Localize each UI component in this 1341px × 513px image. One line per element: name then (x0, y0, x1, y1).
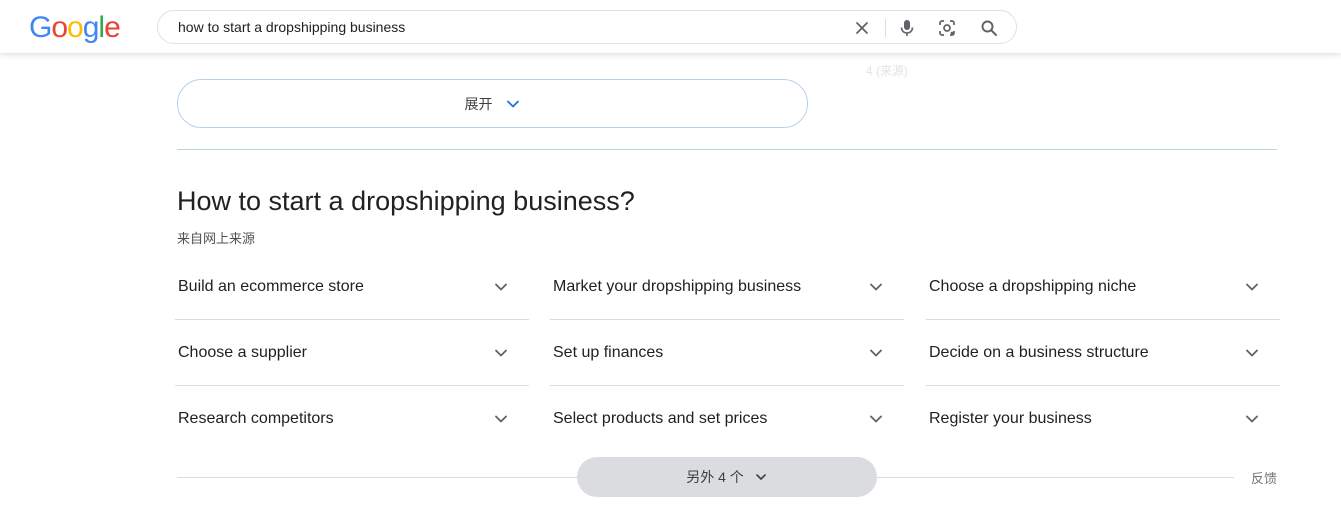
chevron-down-icon (1243, 410, 1261, 428)
faded-source-text: 4 (来源) (866, 64, 909, 78)
step-label: Register your business (929, 410, 1092, 427)
step-label: Decide on a business structure (929, 344, 1149, 361)
chevron-down-icon (492, 344, 510, 362)
chevron-down-icon (505, 96, 521, 112)
search-divider (885, 19, 886, 37)
step-item[interactable]: Select products and set prices (550, 386, 904, 452)
step-label: Select products and set prices (553, 410, 768, 427)
chevron-down-icon (1243, 278, 1261, 296)
bottom-divider-right (877, 477, 1234, 478)
chevron-down-icon (867, 410, 885, 428)
step-label: Choose a supplier (178, 344, 307, 361)
step-item[interactable]: Research competitors (175, 386, 529, 452)
bottom-divider-left (177, 477, 577, 478)
step-label: Set up finances (553, 344, 664, 361)
step-item[interactable]: Set up finances (550, 320, 904, 386)
microphone-icon[interactable] (896, 17, 918, 39)
chevron-down-icon (867, 278, 885, 296)
search-icon[interactable] (978, 17, 1000, 39)
step-label: Research competitors (178, 410, 334, 427)
step-item[interactable]: Register your business (926, 386, 1280, 452)
step-label: Choose a dropshipping niche (929, 278, 1137, 295)
step-item[interactable]: Choose a supplier (175, 320, 529, 386)
step-label: Build an ecommerce store (178, 278, 364, 295)
question-title: How to start a dropshipping business? (177, 186, 635, 216)
step-item[interactable]: Decide on a business structure (926, 320, 1280, 386)
chevron-down-icon (492, 278, 510, 296)
logo-letter: g (82, 11, 100, 44)
show-more-label: 另外 4 个 (686, 469, 744, 485)
feedback-link[interactable]: 反馈 (1251, 468, 1277, 487)
chevron-down-icon (867, 344, 885, 362)
logo-letter: o (51, 11, 68, 44)
chevron-down-icon (1243, 344, 1261, 362)
expand-button[interactable]: 展开 (177, 79, 808, 128)
logo-letter: o (67, 11, 84, 44)
chevron-down-icon (754, 470, 768, 484)
google-logo[interactable]: Google (29, 11, 121, 45)
step-item[interactable]: Build an ecommerce store (175, 254, 529, 320)
section-divider (177, 149, 1277, 150)
search-box[interactable]: how to start a dropshipping business (157, 10, 1017, 44)
lens-icon[interactable] (936, 17, 958, 39)
chevron-down-icon (492, 410, 510, 428)
logo-letter: e (104, 11, 121, 44)
step-item[interactable]: Choose a dropshipping niche (926, 254, 1280, 320)
question-source: 来自网上来源 (177, 231, 256, 246)
expand-label: 展开 (464, 95, 493, 112)
logo-letter: G (29, 11, 52, 44)
step-item[interactable]: Market your dropshipping business (550, 254, 904, 320)
close-icon[interactable] (851, 17, 873, 39)
step-label: Market your dropshipping business (553, 278, 802, 295)
top-header: Google how to start a dropshipping busin… (0, 0, 1341, 53)
show-more-button[interactable]: 另外 4 个 (577, 457, 877, 497)
search-input[interactable]: how to start a dropshipping business (178, 11, 818, 43)
